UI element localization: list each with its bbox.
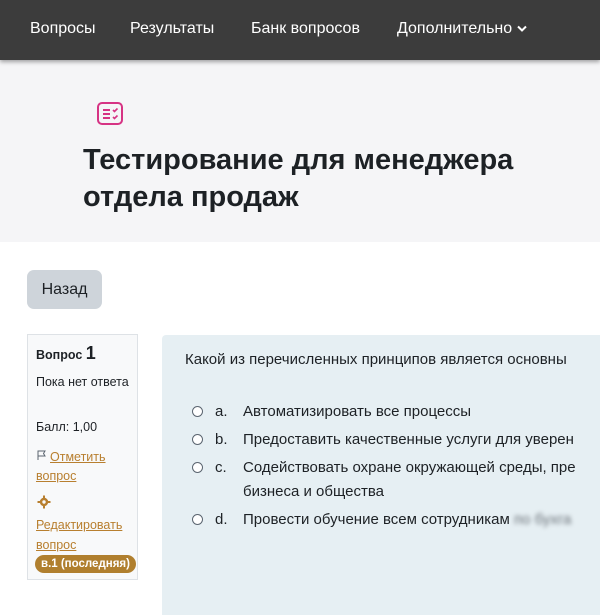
question-number-label: Вопрос [36, 348, 83, 362]
option-text-line-1: Содействовать охране окружающей среды, п… [243, 459, 576, 476]
quiz-list-icon [96, 100, 124, 128]
nav-item-question-bank[interactable]: Банк вопросов [251, 20, 360, 38]
radio-button[interactable] [192, 514, 203, 525]
option-text: Автоматизировать все процессы [243, 403, 472, 420]
back-button[interactable]: Назад [27, 270, 102, 309]
option-text-blurred: по бухга [513, 511, 572, 528]
edit-question-link[interactable]: Редактировать вопрос [36, 515, 136, 555]
option-letter: c. [215, 459, 227, 476]
option-text: Содействовать охране окружающей среды, п… [243, 456, 600, 504]
option-letter: a. [215, 403, 228, 420]
question-state: Пока нет ответа [36, 375, 129, 389]
radio-button[interactable] [192, 434, 203, 445]
question-number-value: 1 [85, 343, 96, 363]
option-text: Провести обучение всем сотрудникам по бу… [243, 508, 600, 532]
flag-icon [36, 448, 50, 467]
radio-button[interactable] [192, 406, 203, 417]
question-text: Какой из перечисленных принципов являетс… [185, 351, 567, 368]
question-info-panel: Вопрос 1 Пока нет ответа Балл: 1,00 Отме… [27, 334, 138, 580]
nav-more-label: Дополнительно [397, 20, 513, 37]
option-text-main: Провести обучение всем сотрудникам [243, 511, 510, 528]
page-title: Тестирование для менеджера отдела продаж [83, 144, 514, 213]
version-badge: в.1 (последняя) [35, 555, 136, 573]
gear-icon [37, 495, 51, 509]
nav-item-results[interactable]: Результаты [130, 20, 214, 38]
flag-question-link[interactable]: Отметить вопрос [36, 448, 136, 486]
radio-button[interactable] [192, 462, 203, 473]
option-text-line-2: бизнеса и общества [243, 483, 384, 500]
option-text: Предоставить качественные услуги для уве… [243, 431, 574, 448]
option-letter: b. [215, 431, 228, 448]
chevron-down-icon [517, 20, 527, 38]
question-number: Вопрос 1 [36, 343, 96, 364]
question-grade: Балл: 1,00 [36, 420, 98, 434]
nav-item-more[interactable]: Дополнительно [397, 20, 527, 38]
nav-item-questions[interactable]: Вопросы [30, 20, 96, 38]
top-navigation: Вопросы Результаты Банк вопросов Дополни… [0, 0, 600, 60]
option-letter: d. [215, 511, 228, 528]
